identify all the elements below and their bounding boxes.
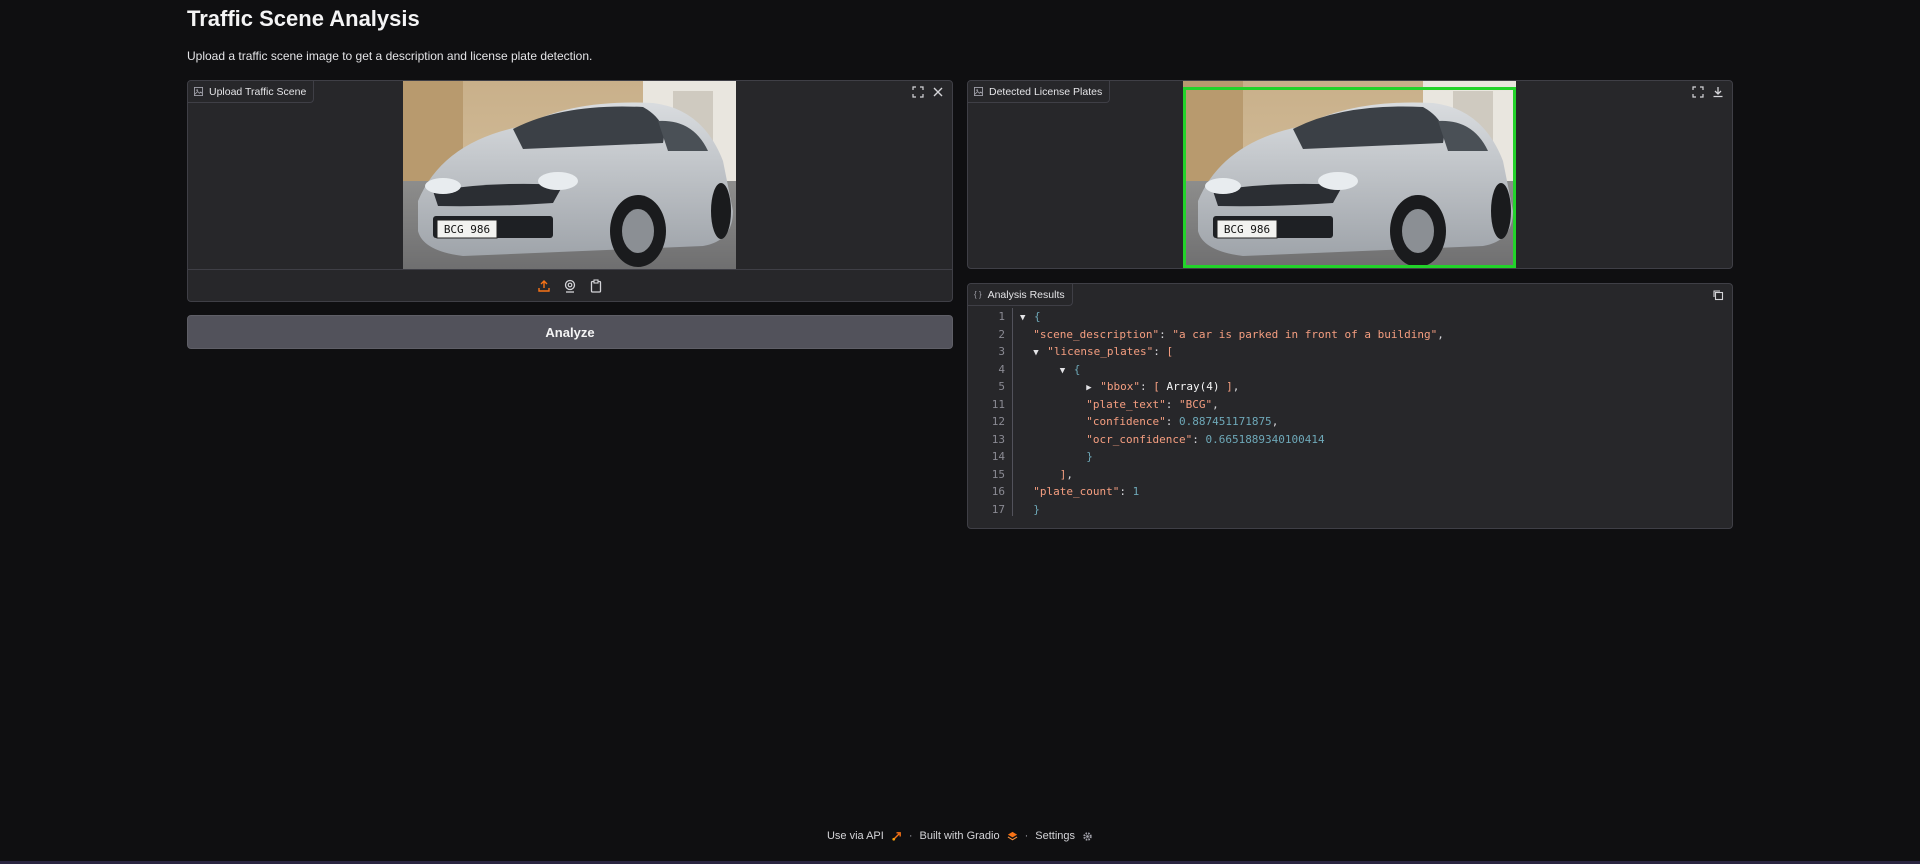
image-icon — [974, 87, 983, 96]
expand-toggle-icon[interactable]: ▶ — [1086, 380, 1100, 398]
close-icon[interactable] — [930, 84, 946, 100]
upload-panel-title: Upload Traffic Scene — [209, 85, 307, 98]
fullscreen-icon[interactable] — [910, 84, 926, 100]
collapse-toggle-icon[interactable]: ▼ — [1033, 345, 1047, 363]
results-panel-title: Analysis Results — [987, 288, 1065, 301]
line-numbers: 1 2 3 4 5 11 12 13 14 15 16 17 — [991, 310, 1005, 516]
json-braces-icon: { } — [974, 289, 982, 299]
upload-image-panel[interactable]: Upload Traffic Scene BCG 986 — [187, 80, 953, 302]
detect-panel-title: Detected License Plates — [989, 85, 1103, 98]
fullscreen-icon[interactable] — [1690, 84, 1706, 100]
collapse-toggle-icon[interactable]: ▼ — [1020, 310, 1034, 328]
upload-icon[interactable] — [535, 277, 553, 295]
uploaded-car-image: BCG 986 — [403, 81, 736, 269]
clipboard-icon[interactable] — [587, 277, 605, 295]
annotated-car-image: BCG 986 — [1183, 81, 1516, 268]
rocket-icon — [892, 831, 901, 841]
analyze-button[interactable]: Analyze — [187, 315, 953, 349]
page-subtitle: Upload a traffic scene image to get a de… — [187, 49, 593, 63]
image-icon — [194, 87, 203, 96]
webcam-icon[interactable] — [561, 277, 579, 295]
analysis-results-panel: { } Analysis Results 1 2 3 4 5 11 12 13 … — [967, 283, 1733, 529]
results-panel-label: { } Analysis Results — [968, 284, 1073, 306]
page-title: Traffic Scene Analysis — [187, 6, 420, 31]
gradio-logo-icon — [1007, 831, 1017, 840]
settings-link[interactable]: Settings — [1035, 830, 1075, 842]
collapsed-array[interactable]: Array(4) — [1166, 380, 1219, 393]
json-value: "a car is parked in front of a building" — [1172, 327, 1438, 341]
copy-icon[interactable] — [1710, 287, 1726, 303]
svg-text:BCG 986: BCG 986 — [444, 223, 490, 236]
detect-panel-label: Detected License Plates — [968, 81, 1111, 103]
image-source-bar — [188, 269, 952, 301]
json-key: "scene_description" — [1033, 327, 1160, 341]
footer: Use via API · Built with Gradio · Settin… — [0, 830, 1920, 842]
detected-plates-panel: Detected License Plates BCG 986 — [967, 80, 1733, 269]
use-via-api-link[interactable]: Use via API — [827, 830, 884, 842]
gear-icon[interactable] — [1082, 831, 1093, 842]
built-with-gradio-link[interactable]: Built with Gradio — [920, 830, 1000, 842]
download-icon[interactable] — [1710, 84, 1726, 100]
plate-bounding-box — [1183, 87, 1516, 268]
upload-panel-label: Upload Traffic Scene — [188, 81, 315, 103]
